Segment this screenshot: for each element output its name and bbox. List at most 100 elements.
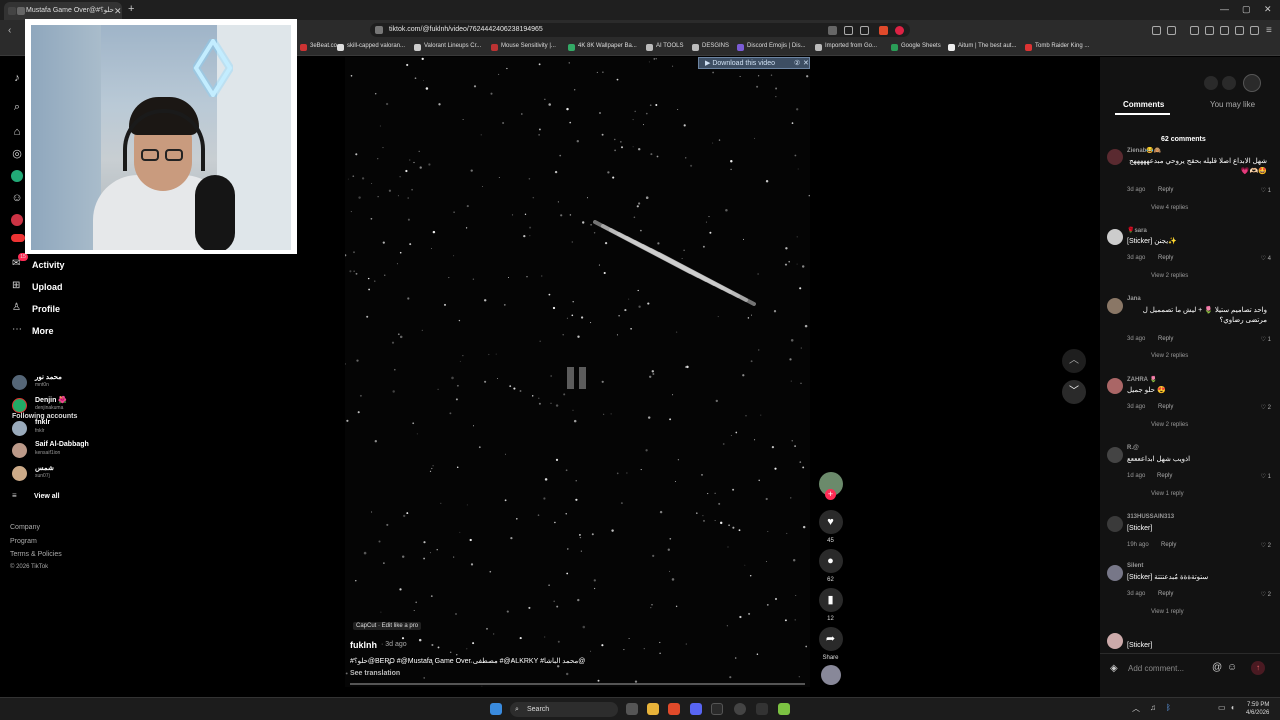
close-icon[interactable]: ✕ <box>803 58 809 69</box>
video-player[interactable]: CapCut · Edit like a pro fuklnh · 3d ago… <box>345 57 810 687</box>
wallet-icon[interactable] <box>1235 26 1244 35</box>
tray-overflow-icon[interactable]: ︿ <box>1132 703 1140 714</box>
reply-button[interactable]: Reply <box>1157 473 1172 479</box>
like-comment-button[interactable]: ♡ 1 <box>1261 336 1271 343</box>
sound-disc[interactable] <box>818 665 843 685</box>
cast-icon[interactable] <box>844 26 853 35</box>
view-replies-link[interactable]: View 2 replies <box>1151 273 1188 279</box>
comment-author[interactable]: Jana <box>1127 296 1141 302</box>
brave-icon[interactable] <box>668 703 680 715</box>
reply-button[interactable]: Reply <box>1158 187 1173 193</box>
like-button[interactable]: ♥ 45 <box>818 510 843 544</box>
comment-author[interactable]: ZAHRA 🌷 <box>1127 376 1157 383</box>
start-icon[interactable] <box>490 703 502 715</box>
mention-icon[interactable]: @ <box>1212 662 1222 673</box>
messages-badge-icon[interactable] <box>11 234 25 242</box>
reply-button[interactable]: Reply <box>1161 542 1176 548</box>
avatar[interactable] <box>1107 447 1123 463</box>
like-comment-button[interactable]: ♡ 2 <box>1261 404 1271 411</box>
bookmark-item[interactable]: Aitum | The best aut... <box>948 43 1016 51</box>
settings-icon[interactable] <box>1204 76 1218 90</box>
extension-2-icon[interactable] <box>1167 26 1176 35</box>
nav-profile[interactable]: Profile <box>32 304 60 314</box>
view-replies-link[interactable]: View 4 replies <box>1151 205 1188 211</box>
reply-button[interactable]: Reply <box>1158 404 1173 410</box>
live-icon[interactable] <box>11 170 23 182</box>
footer-program[interactable]: Program <box>10 538 37 545</box>
nav-more[interactable]: More <box>32 326 54 336</box>
bookmark-item[interactable]: skill-capped valoran... <box>337 43 405 51</box>
avatar[interactable] <box>1107 149 1123 165</box>
device-icon[interactable] <box>1222 76 1236 90</box>
view-replies-link[interactable]: View 1 reply <box>1151 609 1184 615</box>
avatar[interactable] <box>1107 516 1123 532</box>
following-account[interactable]: Denjin 🌺 denjinakuma <box>12 396 132 416</box>
media-icon[interactable] <box>1190 26 1199 35</box>
bluetooth-icon[interactable]: ᛒ <box>1166 703 1171 712</box>
site-info-icon[interactable] <box>375 26 383 34</box>
extension-icon[interactable] <box>1152 26 1161 35</box>
rewards-icon[interactable] <box>895 26 904 35</box>
reply-button[interactable]: Reply <box>1158 591 1173 597</box>
bookmark-item[interactable]: 4K 8K Wallpaper Ba... <box>568 43 637 51</box>
emoji-icon[interactable]: ☺ <box>1227 662 1237 673</box>
bookmark-item[interactable]: Mouse Sensitivity |... <box>491 43 556 51</box>
share-icon[interactable] <box>860 26 869 35</box>
like-comment-button[interactable]: ♡ 2 <box>1261 542 1271 549</box>
share-button[interactable]: ➦ Share <box>818 627 843 661</box>
bookmark-item[interactable]: Discord Emojis | Dis... <box>737 43 806 51</box>
more-icon[interactable]: ⋯ <box>12 324 22 335</box>
network-icon[interactable]: ▭ <box>1218 703 1226 712</box>
account-icon[interactable] <box>1243 74 1261 92</box>
bookmark-folder[interactable]: AI TOOLS <box>646 43 683 51</box>
bookmark-folder[interactable]: DESGINS <box>692 43 729 51</box>
bookmark-item[interactable]: Google Sheets <box>891 43 941 51</box>
add-comment-input[interactable]: Add comment... <box>1128 664 1184 673</box>
minimize-icon[interactable]: — <box>1220 4 1229 14</box>
following-account[interactable]: Saif Al-Dabbagh kensaif1ion <box>12 441 132 461</box>
comment-button[interactable]: ● 62 <box>818 549 843 583</box>
bell-icon[interactable]: ✉ 15 <box>12 253 28 269</box>
profile-icon[interactable]: ♙ <box>12 302 21 313</box>
video-progress-bar[interactable] <box>350 683 805 685</box>
reply-button[interactable]: Reply <box>1158 255 1173 261</box>
avatar[interactable] <box>1107 565 1123 581</box>
avatar[interactable] <box>1107 298 1123 314</box>
mute-icon[interactable] <box>828 26 837 35</box>
send-icon[interactable]: ↑ <box>1251 661 1265 675</box>
bookmark-item[interactable]: 3eBeat.co... <box>300 43 342 51</box>
taskbar-search[interactable]: ⌕ Search <box>510 702 618 717</box>
like-comment-button[interactable]: ♡ 4 <box>1261 255 1271 262</box>
creator-avatar[interactable]: + <box>818 472 843 500</box>
reply-button[interactable]: Reply <box>1158 336 1173 342</box>
maximize-icon[interactable]: ▢ <box>1242 4 1251 15</box>
pause-icon[interactable] <box>567 367 587 389</box>
tab-you-may-like[interactable]: You may like <box>1210 100 1255 109</box>
like-comment-button[interactable]: ♡ 2 <box>1261 591 1271 598</box>
headset-icon[interactable]: ♫ <box>1150 703 1156 712</box>
taskbar-clock[interactable]: 7:59 PM 4/6/2026 <box>1246 701 1269 717</box>
file-explorer-icon[interactable] <box>647 703 659 715</box>
avatar[interactable] <box>1107 229 1123 245</box>
capcut-icon[interactable] <box>756 703 768 715</box>
previous-video-button[interactable]: ︿ <box>1062 349 1086 373</box>
comment-author[interactable]: 313HUSSAIN313 <box>1127 514 1174 520</box>
close-window-icon[interactable]: ✕ <box>1264 4 1272 15</box>
back-icon[interactable]: ‹ <box>8 25 11 36</box>
browser-tab[interactable]: Mustafa Game Over@#حلو؟ ✕ <box>4 2 122 20</box>
view-replies-link[interactable]: View 2 replies <box>1151 353 1188 359</box>
brave-shield-icon[interactable] <box>879 26 888 35</box>
footer-terms[interactable]: Terms & Policies <box>10 551 62 558</box>
new-tab-button[interactable]: + <box>128 3 134 15</box>
bookmark-item[interactable]: Tomb Raider King ... <box>1025 43 1089 51</box>
app-icon[interactable] <box>778 703 790 715</box>
comment-author[interactable]: 🌹sara <box>1127 227 1147 234</box>
search-icon[interactable]: ⌕ <box>11 101 23 113</box>
tab-search-icon[interactable] <box>1220 26 1229 35</box>
comment-author[interactable]: Silent <box>1127 563 1143 569</box>
avatar[interactable] <box>1107 378 1123 394</box>
capcut-label[interactable]: CapCut · Edit like a pro <box>353 622 422 630</box>
like-comment-button[interactable]: ♡ 1 <box>1261 187 1271 194</box>
like-comment-button[interactable]: ♡ 1 <box>1261 473 1271 480</box>
friends-icon[interactable] <box>11 214 23 226</box>
